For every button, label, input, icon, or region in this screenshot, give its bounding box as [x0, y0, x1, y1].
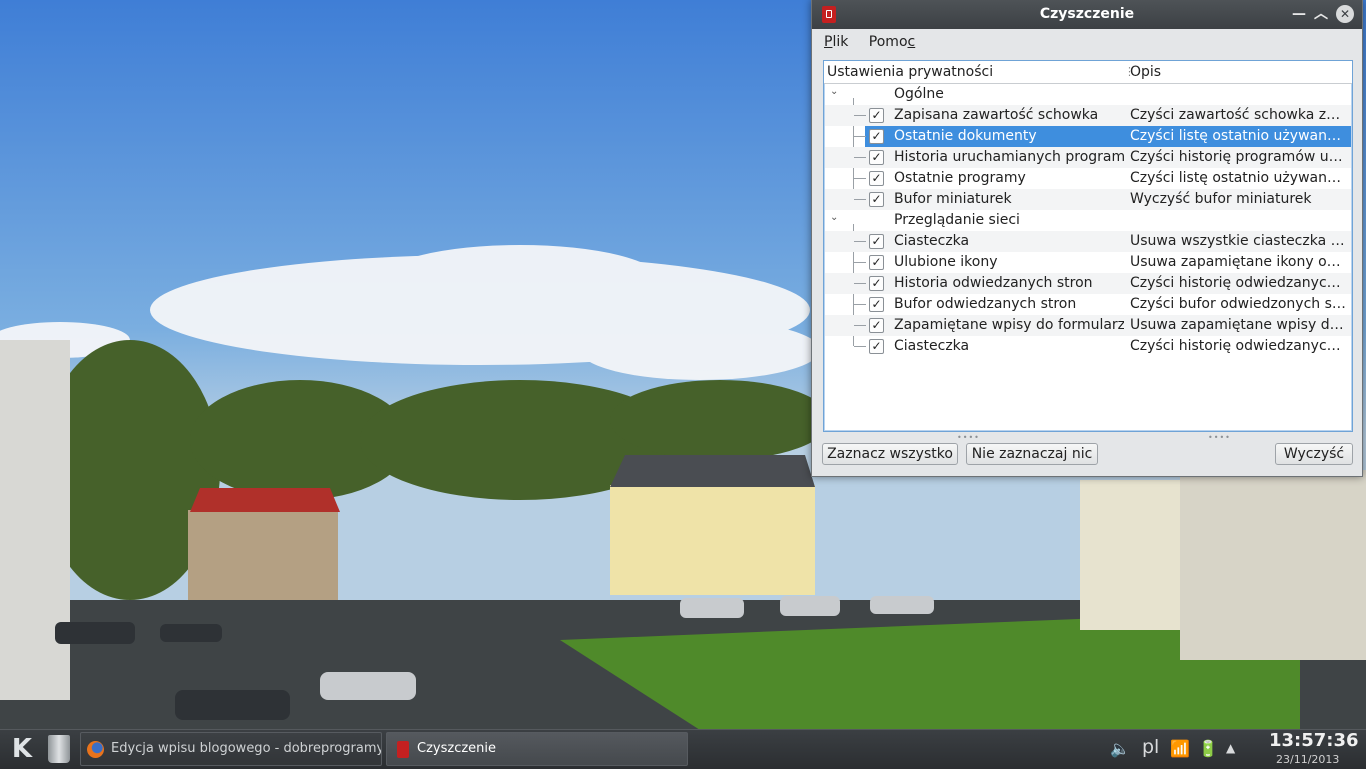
- tree-item-row[interactable]: ✓ Ciasteczka Usuwa wszystkie ciasteczka us…: [825, 231, 1351, 252]
- item-checkbox[interactable]: ✓: [869, 129, 884, 144]
- chevron-down-icon[interactable]: ⌄: [830, 86, 838, 97]
- cleanup-window: Czyszczenie — ︿ ✕ Plik Pomoc Ustawienia …: [811, 0, 1363, 477]
- tree-category[interactable]: ⌄ Ogólne: [825, 84, 1351, 105]
- column-header-setting[interactable]: Ustawienia prywatności: [827, 64, 993, 80]
- task-label: Edycja wpisu blogowego - dobreprogramy -…: [111, 741, 382, 756]
- item-label: Zapamiętane wpisy do formularzy: [894, 317, 1124, 333]
- item-label: Ciasteczka: [894, 233, 970, 249]
- menu-file[interactable]: Plik: [822, 34, 850, 50]
- window-titlebar[interactable]: Czyszczenie — ︿ ✕: [812, 0, 1362, 29]
- item-label: Ulubione ikony: [894, 254, 998, 270]
- minimize-button[interactable]: —: [1290, 5, 1308, 23]
- maximize-button[interactable]: ︿: [1312, 5, 1330, 23]
- expand-tray-icon[interactable]: ▲: [1226, 741, 1235, 755]
- resize-grip[interactable]: ••••: [957, 433, 980, 442]
- item-label: Ostatnie dokumenty: [894, 128, 1037, 144]
- kde-launcher-icon[interactable]: K: [6, 733, 38, 765]
- tree-branch-line: [854, 136, 866, 137]
- clock-date[interactable]: 23/11/2013: [1276, 753, 1339, 766]
- item-description: Czyści listę ostatnio używanych …: [1130, 170, 1348, 186]
- tree-item-row[interactable]: ✓ Ulubione ikony Usuwa zapamiętane ikony o…: [825, 252, 1351, 273]
- tree-item-row[interactable]: ✓ Historia uruchamianych programów Czyści …: [825, 147, 1351, 168]
- item-description: Usuwa zapamiętane ikony odwi…: [1130, 254, 1348, 270]
- clean-button[interactable]: Wyczyść: [1275, 443, 1353, 465]
- tree-item-row[interactable]: ✓ Ostatnie programy Czyści listę ostatnio …: [825, 168, 1351, 189]
- category-label: Ogólne: [894, 86, 944, 102]
- resize-grip[interactable]: ••••: [1208, 433, 1231, 442]
- tree-item-row[interactable]: ✓ Ciasteczka Czyści historię odwiedzanych …: [825, 336, 1351, 357]
- menubar: Plik Pomoc: [812, 29, 1362, 55]
- item-description: Czyści bufor odwiedzonych stro…: [1130, 296, 1348, 312]
- task-firefox[interactable]: Edycja wpisu blogowego - dobreprogramy -…: [80, 732, 382, 766]
- task-label: Czyszczenie: [417, 741, 497, 756]
- item-checkbox[interactable]: ✓: [869, 297, 884, 312]
- close-button[interactable]: ✕: [1336, 5, 1354, 23]
- item-checkbox[interactable]: ✓: [869, 234, 884, 249]
- item-checkbox[interactable]: ✓: [869, 318, 884, 333]
- item-description: Wyczyść bufor miniaturek: [1130, 191, 1312, 207]
- tree-branch-line: [854, 283, 866, 284]
- tree-item-row[interactable]: ✓ Bufor odwiedzanych stron Czyści bufor od…: [825, 294, 1351, 315]
- tree-item-row[interactable]: ✓ Zapisana zawartość schowka Czyści zawart…: [825, 105, 1351, 126]
- item-checkbox[interactable]: ✓: [869, 150, 884, 165]
- item-description: Czyści zawartość schowka zapis…: [1130, 107, 1348, 123]
- window-title: Czyszczenie: [1039, 6, 1135, 22]
- item-description: Usuwa zapamiętane wpisy do fo…: [1130, 317, 1348, 333]
- item-checkbox[interactable]: ✓: [869, 171, 884, 186]
- tree-item-row[interactable]: ✓ Historia odwiedzanych stron Czyści histo…: [825, 273, 1351, 294]
- select-all-button[interactable]: Zaznacz wszystko: [822, 443, 958, 465]
- volume-icon[interactable]: 🔈: [1110, 739, 1130, 758]
- network-icon[interactable]: 📶: [1170, 739, 1190, 758]
- item-label: Ostatnie programy: [894, 170, 1026, 186]
- tree-branch-line: [854, 346, 866, 347]
- item-label: Historia odwiedzanych stron: [894, 275, 1093, 291]
- column-header-description[interactable]: Opis: [1130, 64, 1161, 80]
- category-label: Przeglądanie sieci: [894, 212, 1020, 228]
- tree-branch-line: [854, 304, 866, 305]
- chevron-down-icon[interactable]: ⌄: [830, 212, 838, 223]
- tree-branch-line: [854, 325, 866, 326]
- battery-icon[interactable]: 🔋: [1198, 739, 1218, 758]
- item-label: Zapisana zawartość schowka: [894, 107, 1099, 123]
- item-label: Bufor miniaturek: [894, 191, 1012, 207]
- item-description: Czyści historię programów uruc…: [1130, 149, 1348, 165]
- item-checkbox[interactable]: ✓: [869, 339, 884, 354]
- tree-item-row[interactable]: ✓ Zapamiętane wpisy do formularzy Usuwa za…: [825, 315, 1351, 336]
- item-description: Usuwa wszystkie ciasteczka ust…: [1130, 233, 1348, 249]
- clock-time[interactable]: 13:57:36: [1269, 730, 1359, 751]
- item-checkbox[interactable]: ✓: [869, 276, 884, 291]
- tree-branch-line: [854, 157, 866, 158]
- cleanup-icon: [397, 741, 409, 758]
- item-label: Bufor odwiedzanych stron: [894, 296, 1077, 312]
- item-checkbox[interactable]: ✓: [869, 255, 884, 270]
- item-description: Czyści historię odwiedzanych st…: [1130, 338, 1348, 354]
- item-checkbox[interactable]: ✓: [869, 108, 884, 123]
- tree-item-row[interactable]: ✓ Bufor miniaturek Wyczyść bufor miniature…: [825, 189, 1351, 210]
- task-cleanup[interactable]: Czyszczenie: [386, 732, 688, 766]
- menu-help[interactable]: Pomoc: [867, 34, 917, 50]
- tree-branch-line: [854, 178, 866, 179]
- select-none-button[interactable]: Nie zaznaczaj nic: [966, 443, 1098, 465]
- keyboard-layout-indicator[interactable]: pl: [1142, 736, 1159, 758]
- item-label: Historia uruchamianych programów: [894, 149, 1124, 165]
- item-checkbox[interactable]: ✓: [869, 192, 884, 207]
- tree-branch-line: [854, 262, 866, 263]
- tree-branch-line: [854, 115, 866, 116]
- tree-item-row[interactable]: ✓ Ostatnie dokumenty Czyści listę ostatnio…: [825, 126, 1351, 147]
- tree-category[interactable]: ⌄ Przeglądanie sieci: [825, 210, 1351, 231]
- taskbar: K Edycja wpisu blogowego - dobreprogramy…: [0, 729, 1366, 769]
- privacy-settings-tree[interactable]: Ustawienia prywatności ⋮ Opis ⌄ Ogólne ✓ Za…: [823, 60, 1353, 432]
- item-label: Ciasteczka: [894, 338, 970, 354]
- item-description: Czyści listę ostatnio używanych …: [1130, 128, 1348, 144]
- tree-header: Ustawienia prywatności ⋮ Opis: [824, 61, 1352, 84]
- trash-launcher-icon[interactable]: [48, 735, 70, 763]
- item-description: Czyści historię odwiedzanych st…: [1130, 275, 1348, 291]
- tree-branch-line: [854, 241, 866, 242]
- tree-branch-line: [854, 199, 866, 200]
- firefox-icon: [87, 741, 104, 758]
